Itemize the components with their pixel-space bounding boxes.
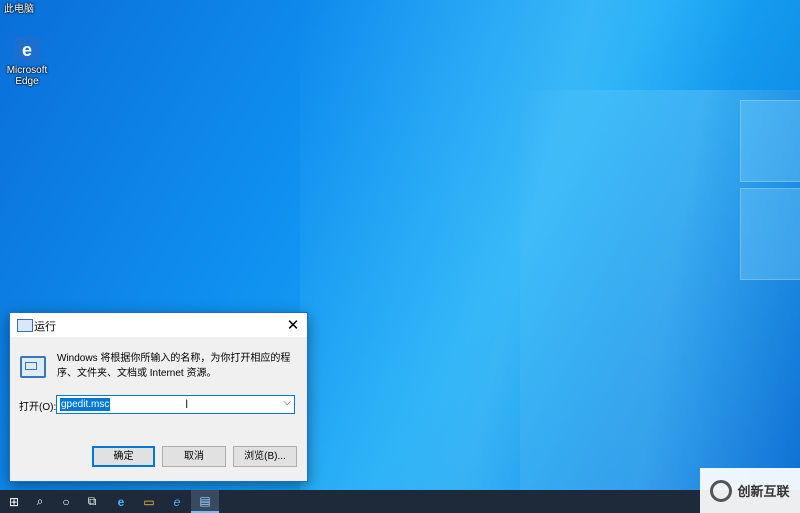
open-input[interactable]: gpedit.msc I ⌵ <box>56 395 295 414</box>
open-input-value: gpedit.msc <box>60 398 111 411</box>
desktop-icon-edge-label: Microsoft Edge <box>6 65 48 87</box>
ok-button[interactable]: 确定 <box>92 446 155 467</box>
chevron-down-icon[interactable]: ⌵ <box>283 397 291 408</box>
browse-button[interactable]: 浏览(B)... <box>233 446 297 467</box>
run-taskbar-icon[interactable]: ▤ <box>191 490 219 513</box>
task-view-icon[interactable]: ⧉ <box>78 490 106 513</box>
start-icon[interactable]: ⊞ <box>0 490 28 513</box>
run-dialog-title: 运行 <box>34 321 56 333</box>
edge-icon: e <box>14 37 40 63</box>
edge-taskbar-icon[interactable]: e <box>107 490 135 513</box>
run-program-icon <box>20 356 46 378</box>
cancel-button[interactable]: 取消 <box>162 446 226 467</box>
internet-explorer-icon[interactable]: e <box>163 490 191 513</box>
taskbar: ⊞ ⌕ ○ ⧉ e ▭ e ▤ <box>0 490 800 513</box>
watermark-text: 创新互联 <box>737 484 790 499</box>
open-label: 打开(O): <box>19 402 57 413</box>
run-dialog-description: Windows 将根据你所输入的名称，为你打开相应的程序、文件夹、文档或 Int… <box>57 353 291 379</box>
run-dialog-titlebar[interactable]: 运行 ✕ <box>10 313 307 337</box>
run-dialog: 运行 ✕ Windows 将根据你所输入的名称，为你打开相应的程序、文件夹、文档… <box>9 312 308 482</box>
file-explorer-icon[interactable]: ▭ <box>135 490 163 513</box>
watermark: 创新互联 <box>700 468 800 513</box>
desktop-this-pc-label[interactable]: 此电脑 <box>4 0 34 15</box>
ibeam-cursor-icon: I <box>185 397 189 411</box>
search-icon[interactable]: ⌕ <box>26 490 54 513</box>
wallpaper-windows-logo <box>740 100 800 290</box>
watermark-logo-icon <box>710 479 733 502</box>
cortana-icon[interactable]: ○ <box>52 490 80 513</box>
desktop-icon-edge[interactable]: e Microsoft Edge <box>4 37 50 87</box>
run-icon <box>17 319 33 332</box>
close-button[interactable]: ✕ <box>285 316 301 334</box>
